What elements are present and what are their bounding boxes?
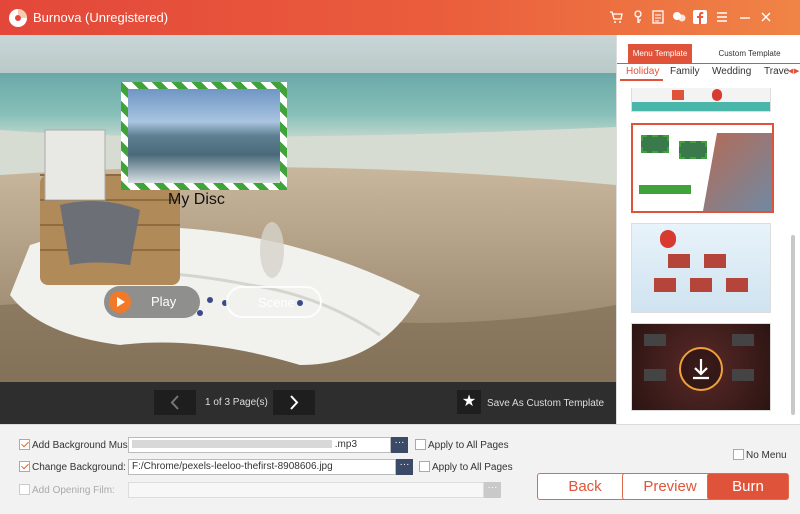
previous-page-button[interactable]: [154, 390, 196, 415]
template-thumbnail-holiday-3[interactable]: [631, 223, 771, 313]
save-custom-template-button[interactable]: ★ Save As Custom Template: [457, 390, 607, 416]
music-apply-all-checkbox[interactable]: [415, 439, 426, 450]
background-music-path-field[interactable]: .mp3: [128, 437, 391, 453]
opening-film-browse-button[interactable]: ···: [484, 482, 501, 498]
music-apply-all-label: Apply to All Pages: [428, 440, 509, 451]
blurred-path-segment: [132, 440, 332, 449]
no-menu-label: No Menu: [746, 450, 787, 461]
background-music-browse-button[interactable]: ···: [391, 437, 408, 453]
background-apply-all-checkbox[interactable]: [419, 461, 430, 472]
download-icon[interactable]: [679, 347, 723, 391]
star-icon: ★: [457, 390, 481, 414]
category-holiday-underline: [620, 79, 663, 81]
category-travel[interactable]: Trave: [764, 66, 789, 77]
cart-icon[interactable]: [609, 10, 623, 24]
page-navigation-bar: 1 of 3 Page(s) ★ Save As Custom Template: [0, 382, 616, 424]
scroll-left-arrow-icon[interactable]: ◀: [788, 67, 793, 75]
save-custom-template-label: Save As Custom Template: [487, 398, 605, 409]
category-wedding[interactable]: Wedding: [712, 66, 751, 77]
beach-background-image: [0, 35, 616, 382]
category-holiday[interactable]: Holiday: [626, 66, 659, 77]
tab-menu-template[interactable]: Menu Template: [628, 44, 692, 63]
burnova-logo-icon: [9, 9, 27, 27]
background-music-extension: .mp3: [334, 439, 358, 450]
background-apply-all-label: Apply to All Pages: [432, 462, 513, 473]
play-icon: [109, 291, 131, 313]
background-music-checkbox[interactable]: [19, 439, 30, 450]
chevron-left-icon: [170, 395, 179, 410]
background-path-field[interactable]: F:/Chrome/pexels-leeloo-thefirst-8908606…: [128, 459, 396, 475]
scene-label: Scene: [258, 295, 295, 310]
scroll-right-arrow-icon[interactable]: ▶: [794, 67, 799, 75]
next-page-button[interactable]: [273, 390, 315, 415]
opening-film-label: Add Opening Film:: [32, 485, 115, 496]
disc-thumbnail-frame[interactable]: [121, 82, 287, 190]
change-background-checkbox[interactable]: [19, 461, 30, 472]
key-icon[interactable]: [631, 10, 645, 24]
change-background-label: Change Background:: [32, 462, 126, 473]
opening-film-checkbox[interactable]: [19, 484, 30, 495]
preview-button[interactable]: Preview: [622, 473, 718, 500]
category-family[interactable]: Family: [670, 66, 699, 77]
title-bar: Burnova (Unregistered): [0, 0, 800, 35]
back-button[interactable]: Back: [537, 473, 633, 500]
santa-icon: [660, 230, 676, 248]
tab-underline: [617, 63, 800, 64]
disc-title[interactable]: My Disc: [168, 191, 225, 209]
no-menu-checkbox[interactable]: [733, 449, 744, 460]
template-panel: Menu Template Custom Template Holiday Fa…: [616, 35, 800, 424]
burn-button[interactable]: Burn: [707, 473, 789, 500]
template-thumbnail-holiday-2[interactable]: [631, 123, 774, 213]
chevron-right-icon: [290, 395, 299, 410]
opening-film-path-field[interactable]: [128, 482, 484, 498]
register-icon[interactable]: [651, 10, 665, 24]
app-title: Burnova (Unregistered): [33, 10, 169, 25]
gift-icon: [672, 90, 684, 100]
template-thumbnail-holiday-4[interactable]: [631, 323, 771, 411]
facebook-icon[interactable]: [693, 10, 707, 24]
play-button[interactable]: Play: [104, 286, 200, 318]
template-scrollbar[interactable]: [791, 235, 795, 415]
page-indicator: 1 of 3 Page(s): [205, 397, 268, 408]
feedback-icon[interactable]: [672, 10, 686, 24]
settings-bar: Add Background Music: .mp3 ··· Apply to …: [0, 424, 800, 514]
menu-icon[interactable]: [715, 10, 729, 24]
play-label: Play: [151, 294, 177, 309]
minimize-icon[interactable]: [738, 10, 752, 24]
template-thumbnail-holiday-1[interactable]: [631, 88, 771, 112]
background-browse-button[interactable]: ···: [396, 459, 413, 475]
disc-thumbnail-image: [128, 89, 280, 183]
background-music-label: Add Background Music:: [32, 440, 138, 451]
menu-preview: My Disc Play Scene: [0, 35, 616, 382]
santa-icon: [712, 89, 722, 101]
tab-custom-template[interactable]: Custom Template: [712, 44, 787, 63]
scene-button[interactable]: Scene: [226, 286, 322, 318]
close-icon[interactable]: [759, 10, 773, 24]
